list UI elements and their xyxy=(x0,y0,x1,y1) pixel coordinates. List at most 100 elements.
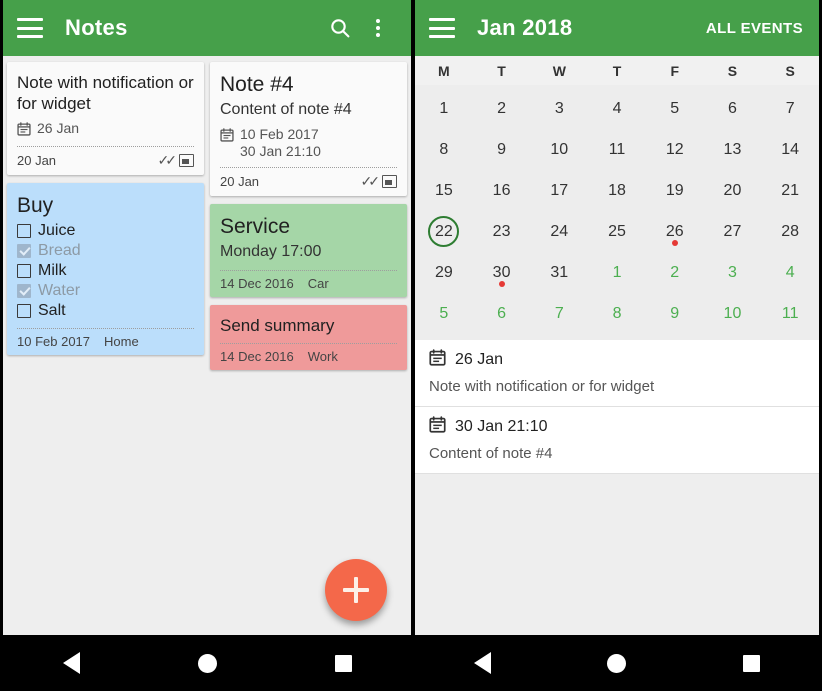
calendar-day-cell[interactable]: 11 xyxy=(588,129,646,170)
calendar-day-cell[interactable]: 22 xyxy=(415,211,473,252)
calendar-week-row: 8 9 10 11 12 13 14 xyxy=(415,129,819,170)
calendar-day-cell[interactable]: 27 xyxy=(704,211,762,252)
event-date: 26 Jan xyxy=(455,351,504,368)
calendar-day-cell[interactable]: 24 xyxy=(530,211,588,252)
nav-home-button[interactable] xyxy=(587,643,647,683)
recents-square-icon xyxy=(334,654,352,672)
note-card[interactable]: Buy Juice Bread Milk Water Salt 10 Feb 2… xyxy=(7,182,204,355)
calendar-day-cell[interactable]: 8 xyxy=(415,129,473,170)
calendar-day-cell[interactable]: 17 xyxy=(530,170,588,211)
nav-home-button[interactable] xyxy=(177,643,237,683)
calendar-day-cell[interactable]: 26 xyxy=(646,211,704,252)
calendar-day-cell[interactable]: 25 xyxy=(588,211,646,252)
calendar-day-cell[interactable]: 19 xyxy=(646,170,704,211)
calendar-day-cell[interactable]: 30 xyxy=(473,252,531,293)
calendar-day-cell[interactable]: 31 xyxy=(530,252,588,293)
calendar-day-cell[interactable]: 13 xyxy=(704,129,762,170)
calendar-day-cell[interactable]: 28 xyxy=(761,211,819,252)
weekday-label: S xyxy=(785,63,795,79)
notes-column-right: Note #4 Content of note #4 10 Feb 2017 3… xyxy=(210,62,407,370)
home-circle-icon xyxy=(607,653,627,673)
nav-back-button[interactable] xyxy=(452,643,512,683)
nav-back-button[interactable] xyxy=(41,643,101,683)
calendar-day-number: 29 xyxy=(434,263,453,281)
calendar-day-cell[interactable]: 14 xyxy=(761,129,819,170)
checkbox-icon[interactable] xyxy=(17,303,31,318)
note-card[interactable]: Note with notification or for widget 26 … xyxy=(7,62,204,175)
calendar-day-cell[interactable]: 9 xyxy=(646,293,704,334)
dual-screenshot: Notes Note with notification or for widg… xyxy=(0,0,822,691)
note-footer: 20 Jan ✓✓ xyxy=(220,168,397,196)
calendar-icon xyxy=(429,416,446,438)
note-reminder: 26 Jan xyxy=(17,120,194,139)
calendar-day-cell[interactable]: 2 xyxy=(473,88,531,129)
add-note-fab[interactable] xyxy=(325,559,387,621)
calendar-day-number: 7 xyxy=(785,99,795,117)
calendar-day-cell[interactable]: 4 xyxy=(761,252,819,293)
event-text: Note with notification or for widget xyxy=(429,378,655,395)
calendar-day-cell[interactable]: 2 xyxy=(646,252,704,293)
checklist-item[interactable]: Juice xyxy=(17,221,194,241)
nav-recents-button[interactable] xyxy=(722,643,782,683)
overflow-menu-icon[interactable] xyxy=(359,9,397,47)
checkbox-icon[interactable] xyxy=(17,263,31,278)
calendar-day-cell[interactable]: 23 xyxy=(473,211,531,252)
calendar-day-cell[interactable]: 29 xyxy=(415,252,473,293)
checklist-item[interactable]: Bread xyxy=(17,241,194,261)
event-item[interactable]: 30 Jan 21:10 Content of note #4 xyxy=(415,407,819,474)
calendar-day-cell[interactable]: 4 xyxy=(588,88,646,129)
calendar-day-number: 10 xyxy=(723,304,742,322)
calendar-day-cell[interactable]: 1 xyxy=(588,252,646,293)
reminder-date-2: 30 Jan 21:10 xyxy=(240,142,321,159)
event-item[interactable]: 26 Jan Note with notification or for wid… xyxy=(415,340,819,407)
calendar-day-cell[interactable]: 9 xyxy=(473,129,531,170)
checkbox-icon[interactable] xyxy=(17,223,31,238)
calendar-day-cell[interactable]: 6 xyxy=(704,88,762,129)
calendar-day-cell[interactable]: 3 xyxy=(704,252,762,293)
calendar-day-cell[interactable]: 6 xyxy=(473,293,531,334)
double-check-icon: ✓✓ xyxy=(360,172,381,189)
calendar-day-cell[interactable]: 10 xyxy=(704,293,762,334)
calendar-day-cell[interactable]: 7 xyxy=(530,293,588,334)
calendar-day-cell[interactable]: 8 xyxy=(588,293,646,334)
calendar-grid: 1 2 3 4 5 6 7 8 9 10 11 12 13 14 15 16 17 18 19 20 21 22 23 24 2… xyxy=(415,85,819,340)
nav-recents-button[interactable] xyxy=(313,643,373,683)
note-title: Buy xyxy=(17,193,54,217)
hamburger-menu-icon[interactable] xyxy=(429,18,455,38)
calendar-day-number: 10 xyxy=(550,140,569,158)
weekday-label: W xyxy=(552,63,566,79)
note-tag: Car xyxy=(307,275,329,291)
calendar-title: Jan 2018 xyxy=(477,15,573,40)
calendar-day-cell[interactable]: 10 xyxy=(530,129,588,170)
plus-icon xyxy=(343,577,369,603)
checklist-label: Water xyxy=(38,281,81,299)
calendar-day-cell[interactable]: 1 xyxy=(415,88,473,129)
calendar-day-cell[interactable]: 16 xyxy=(473,170,531,211)
note-card[interactable]: Note #4 Content of note #4 10 Feb 2017 3… xyxy=(210,62,407,196)
calendar-icon xyxy=(429,349,446,371)
calendar-day-cell[interactable]: 7 xyxy=(761,88,819,129)
checklist-item[interactable]: Milk xyxy=(17,261,194,281)
weekday-label: F xyxy=(670,63,680,79)
note-card[interactable]: Service Monday 17:00 14 Dec 2016 Car xyxy=(210,203,407,297)
calendar-day-number: 21 xyxy=(781,181,800,199)
calendar-day-cell[interactable]: 5 xyxy=(415,293,473,334)
all-events-button[interactable]: ALL EVENTS xyxy=(706,20,805,37)
calendar-day-cell[interactable]: 3 xyxy=(530,88,588,129)
hamburger-menu-icon[interactable] xyxy=(17,18,43,38)
checkbox-checked-icon[interactable] xyxy=(17,243,31,258)
checkbox-checked-icon[interactable] xyxy=(17,283,31,298)
note-card[interactable]: Send summary 14 Dec 2016 Work xyxy=(210,304,407,370)
calendar-day-cell[interactable]: 12 xyxy=(646,129,704,170)
calendar-day-cell[interactable]: 5 xyxy=(646,88,704,129)
calendar-day-cell[interactable]: 18 xyxy=(588,170,646,211)
calendar-day-cell[interactable]: 15 xyxy=(415,170,473,211)
checklist-label: Salt xyxy=(38,301,66,319)
calendar-day-cell[interactable]: 20 xyxy=(704,170,762,211)
search-icon[interactable] xyxy=(321,9,359,47)
calendar-day-number: 4 xyxy=(785,263,795,281)
calendar-day-cell[interactable]: 11 xyxy=(761,293,819,334)
checklist-item[interactable]: Water xyxy=(17,281,194,301)
checklist-item[interactable]: Salt xyxy=(17,301,194,321)
calendar-day-cell[interactable]: 21 xyxy=(761,170,819,211)
